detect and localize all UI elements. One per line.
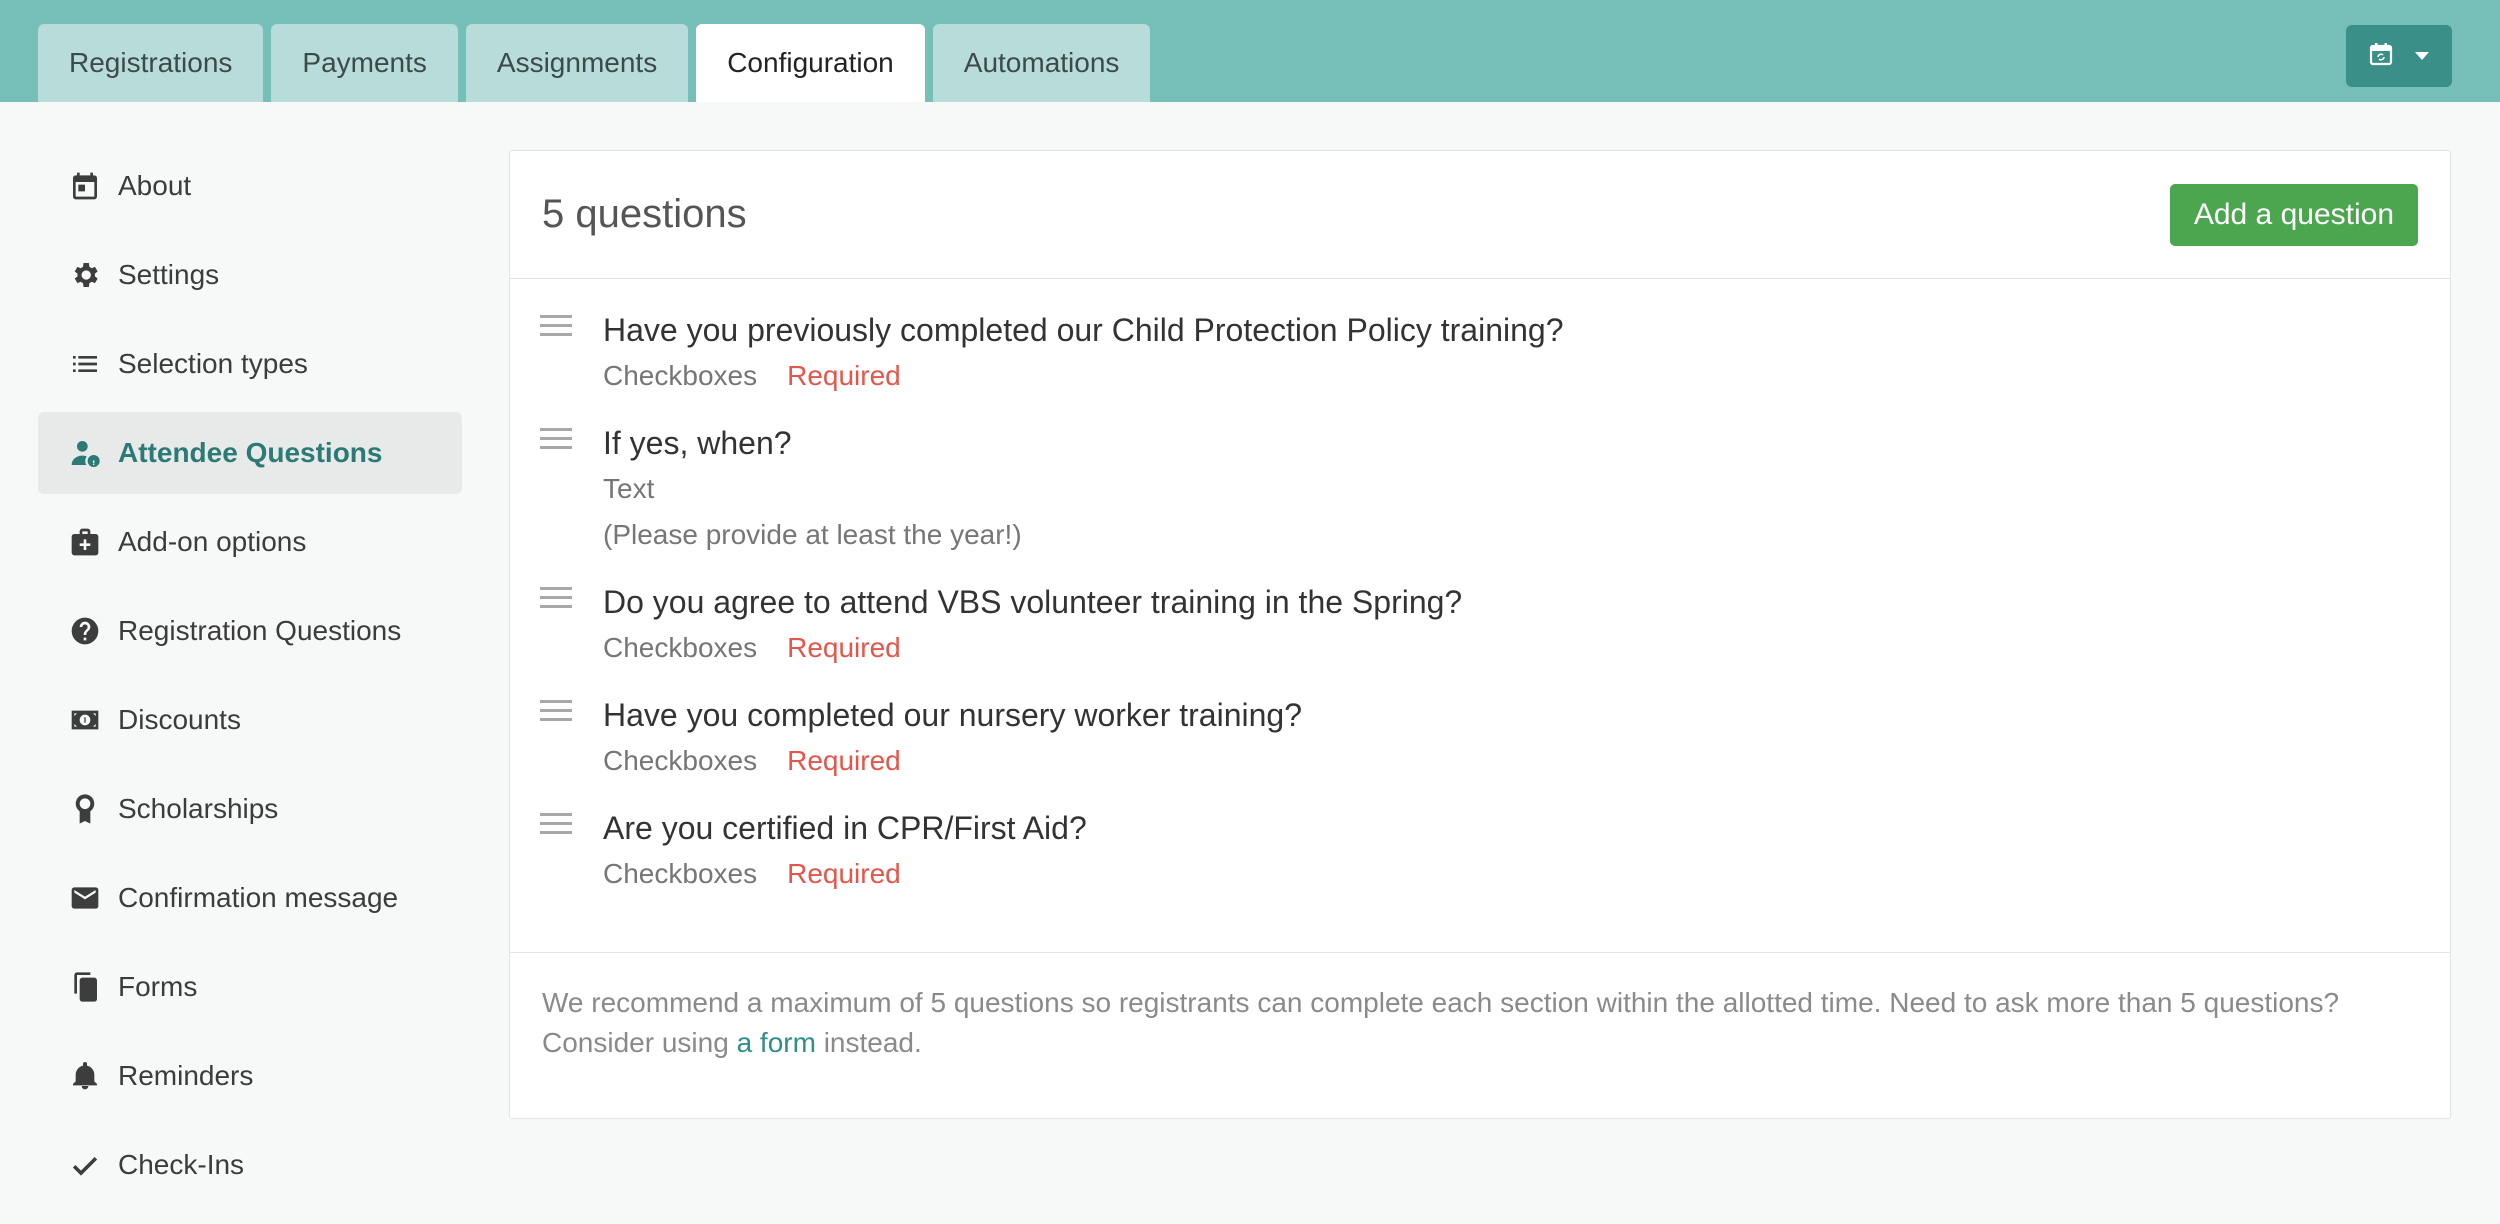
page-title: 5 questions xyxy=(542,192,747,236)
sidebar-item-add-on-options[interactable]: Add-on options xyxy=(38,501,462,583)
drag-handle-icon[interactable] xyxy=(540,583,574,667)
tab-registrations[interactable]: Registrations xyxy=(38,24,264,102)
envelope-icon xyxy=(68,881,102,915)
sidebar-item-selection-types[interactable]: Selection types xyxy=(38,323,462,405)
award-icon xyxy=(68,792,102,826)
checkmark-icon xyxy=(68,1148,102,1182)
user-question-icon xyxy=(68,436,102,470)
question-list: Have you previously completed our Child … xyxy=(510,279,2450,953)
questions-panel: 5 questions Add a question Have you prev… xyxy=(509,150,2451,1119)
required-badge: Required xyxy=(787,745,901,776)
sidebar-item-label: About xyxy=(118,170,192,201)
required-badge: Required xyxy=(787,858,901,889)
sidebar-item-label: Discounts xyxy=(118,704,241,735)
money-icon xyxy=(68,703,102,737)
question-type: Checkboxes xyxy=(603,632,758,663)
tab-bar: Registrations Payments Assignments Confi… xyxy=(38,24,1151,102)
tab-configuration[interactable]: Configuration xyxy=(696,24,925,102)
required-badge: Required xyxy=(787,632,901,663)
caret-down-icon xyxy=(2415,47,2429,65)
sidebar-item-settings[interactable]: Settings xyxy=(38,234,462,316)
sidebar-item-confirmation-message[interactable]: Confirmation message xyxy=(38,857,462,939)
calendar-sync-button[interactable] xyxy=(2346,25,2452,87)
recommendation-note: We recommend a maximum of 5 questions so… xyxy=(510,953,2450,1093)
question-title[interactable]: If yes, when? xyxy=(603,424,1022,462)
gear-icon xyxy=(68,258,102,292)
sidebar-item-label: Settings xyxy=(118,259,220,290)
list-item[interactable]: Have you previously completed our Child … xyxy=(510,311,2450,395)
bell-icon xyxy=(68,1059,102,1093)
sidebar-item-reminders[interactable]: Reminders xyxy=(38,1035,462,1117)
medical-bag-icon xyxy=(68,525,102,559)
question-circle-icon xyxy=(68,614,102,648)
sidebar: About Settings Selection types Attendee … xyxy=(38,145,462,1213)
required-badge: Required xyxy=(787,360,901,391)
sidebar-item-forms[interactable]: Forms xyxy=(38,946,462,1028)
sidebar-item-registration-questions[interactable]: Registration Questions xyxy=(38,590,462,672)
sidebar-item-label: Add-on options xyxy=(118,526,307,557)
calendar-icon xyxy=(68,169,102,203)
question-title[interactable]: Have you previously completed our Child … xyxy=(603,311,1563,349)
sidebar-item-label: Reminders xyxy=(118,1060,254,1091)
top-bar: Registrations Payments Assignments Confi… xyxy=(0,0,2500,102)
tab-automations[interactable]: Automations xyxy=(932,24,1151,102)
list-item[interactable]: Are you certified in CPR/First Aid? Chec… xyxy=(510,809,2450,893)
question-title[interactable]: Do you agree to attend VBS volunteer tra… xyxy=(603,583,1462,621)
sidebar-item-check-ins[interactable]: Check-Ins xyxy=(38,1124,462,1206)
question-type: Checkboxes xyxy=(603,360,758,391)
sidebar-item-label: Attendee Questions xyxy=(118,437,383,468)
sidebar-item-scholarships[interactable]: Scholarships xyxy=(38,768,462,850)
note-text-end: instead. xyxy=(815,1027,922,1058)
question-type: Checkboxes xyxy=(603,745,758,776)
sidebar-item-label: Confirmation message xyxy=(118,882,399,913)
sidebar-item-label: Forms xyxy=(118,971,198,1002)
question-title[interactable]: Have you completed our nursery worker tr… xyxy=(603,696,1302,734)
drag-handle-icon[interactable] xyxy=(540,696,574,780)
list-item[interactable]: Have you completed our nursery worker tr… xyxy=(510,696,2450,780)
sidebar-item-label: Check-Ins xyxy=(118,1149,245,1180)
drag-handle-icon[interactable] xyxy=(540,311,574,395)
tab-assignments[interactable]: Assignments xyxy=(465,24,689,102)
sidebar-item-attendee-questions[interactable]: Attendee Questions xyxy=(38,412,462,494)
sidebar-item-label: Scholarships xyxy=(118,793,279,824)
list-item[interactable]: Do you agree to attend VBS volunteer tra… xyxy=(510,583,2450,667)
question-help-text: (Please provide at least the year!) xyxy=(603,519,1022,550)
list-icon xyxy=(68,347,102,381)
panel-header: 5 questions Add a question xyxy=(510,151,2450,279)
sidebar-item-about[interactable]: About xyxy=(38,145,462,227)
sidebar-item-label: Registration Questions xyxy=(118,615,402,646)
question-type: Text xyxy=(603,473,655,504)
tab-payments[interactable]: Payments xyxy=(271,24,458,102)
list-item[interactable]: If yes, when? Text (Please provide at le… xyxy=(510,424,2450,554)
sidebar-item-label: Selection types xyxy=(118,348,308,379)
add-question-button[interactable]: Add a question xyxy=(2169,183,2418,246)
calendar-sync-icon xyxy=(2369,42,2393,71)
documents-icon xyxy=(68,970,102,1004)
form-link[interactable]: a form xyxy=(737,1027,816,1058)
drag-handle-icon[interactable] xyxy=(540,424,574,554)
question-title[interactable]: Are you certified in CPR/First Aid? xyxy=(603,809,1087,847)
drag-handle-icon[interactable] xyxy=(540,809,574,893)
sidebar-item-discounts[interactable]: Discounts xyxy=(38,679,462,761)
question-type: Checkboxes xyxy=(603,858,758,889)
